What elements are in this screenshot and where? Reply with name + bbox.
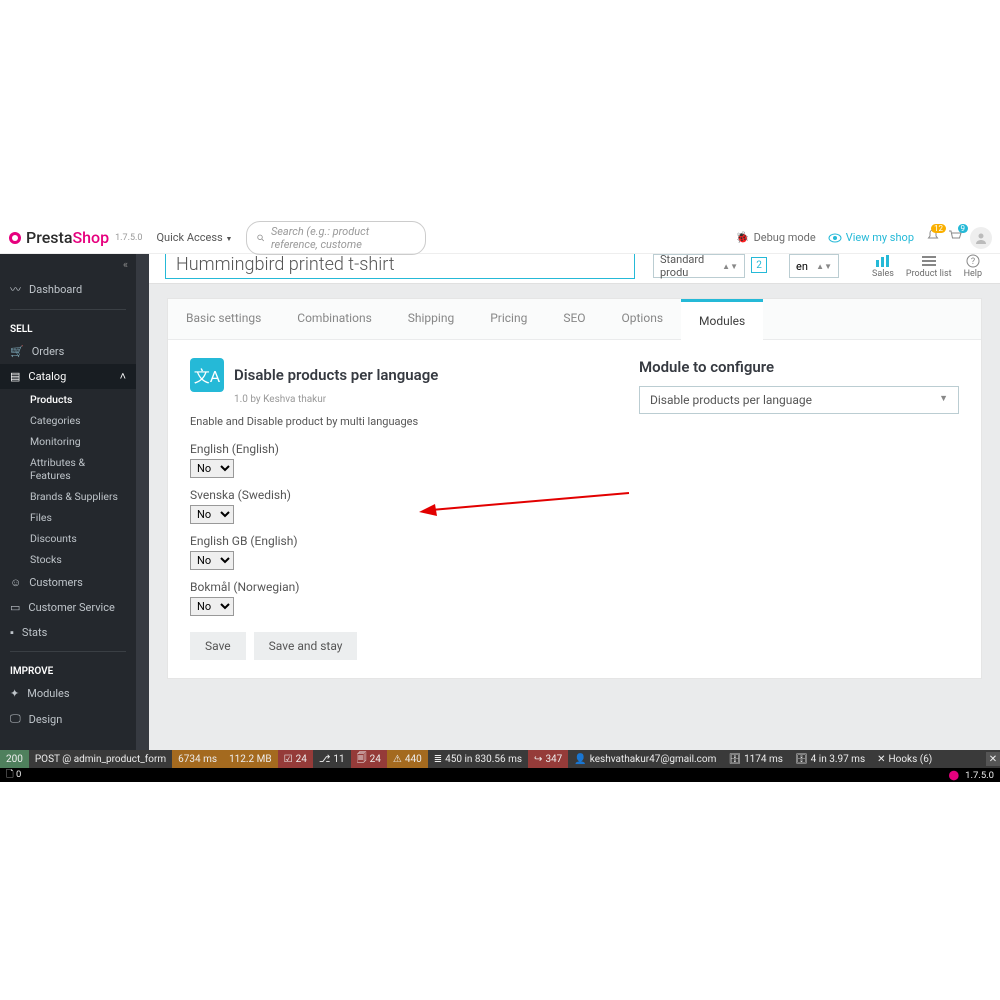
label-english-gb: English GB (English) [190, 534, 559, 548]
nav-cs[interactable]: ▭Customer Service [0, 595, 136, 620]
db2-chip[interactable]: 🗄 4 in 3.97 ms [789, 750, 871, 768]
tab-shipping[interactable]: Shipping [390, 299, 472, 339]
close-icon[interactable]: ✕ [986, 752, 1000, 766]
time-chip[interactable]: 6734 ms [172, 750, 223, 768]
tab-seo[interactable]: SEO [545, 299, 603, 339]
sub-products[interactable]: Products [0, 389, 136, 410]
select-english-gb[interactable]: No [190, 551, 234, 570]
zero-label: 🗋 0 [6, 767, 21, 783]
module-author: 1.0 by Keshva thakur [234, 394, 559, 405]
page-indicator[interactable]: 2 [751, 257, 767, 273]
select-swedish[interactable]: No [190, 505, 234, 524]
module-select[interactable]: Disable products per language▼ [639, 386, 959, 414]
layers-chip[interactable]: ≣ 450 in 830.56 ms [428, 750, 528, 768]
clip-chip[interactable]: 🗐 24 [351, 750, 387, 768]
product-title-input[interactable]: Hummingbird printed t-shirt [165, 254, 635, 279]
sales-link[interactable]: Sales [872, 254, 894, 279]
mem-chip[interactable]: 112.2 MB [223, 750, 278, 768]
tab-combo[interactable]: Combinations [279, 299, 390, 339]
nav-customers[interactable]: ☺Customers [0, 570, 136, 595]
save-stay-button[interactable]: Save and stay [254, 632, 358, 660]
lang-select[interactable]: en▲▼ [789, 254, 839, 278]
sub-attrs[interactable]: Attributes & Features [0, 452, 136, 486]
product-tabs: Basic settings Combinations Shipping Pri… [168, 299, 981, 340]
user-icon: ☺ [10, 576, 21, 589]
hooks-chip[interactable]: ✕ Hooks (6) [871, 750, 938, 768]
product-header: Hummingbird printed t-shirt Standard pro… [0, 254, 1000, 284]
module-desc: Enable and Disable product by multi lang… [190, 415, 559, 428]
bell-icon[interactable]: 12 [926, 229, 940, 246]
check-chip[interactable]: ☑ 24 [278, 750, 313, 768]
cart-icon[interactable]: 9 [948, 229, 962, 246]
avatar[interactable] [970, 227, 992, 249]
view-shop[interactable]: View my shop [828, 231, 914, 244]
sub-discounts[interactable]: Discounts [0, 528, 136, 549]
save-button[interactable]: Save [190, 632, 246, 660]
module-title: Disable products per language [234, 366, 438, 384]
sub-categories[interactable]: Categories [0, 410, 136, 431]
label-english: English (English) [190, 442, 559, 456]
redir-chip[interactable]: ↪ 347 [528, 750, 568, 768]
quick-access[interactable]: Quick Access ▼ [156, 231, 232, 244]
sidebar: « 〰Dashboard SELL 🛒Orders ▤Catalog˄ Prod… [0, 254, 136, 750]
puzzle-icon: ✦ [10, 687, 19, 700]
svg-text:?: ? [971, 257, 975, 267]
translate-icon: 文A [190, 358, 224, 392]
nav-dashboard[interactable]: 〰Dashboard [0, 275, 136, 303]
db1-chip[interactable]: 🗄 1174 ms [722, 750, 789, 768]
warn-chip[interactable]: ⚠ 440 [387, 750, 428, 768]
sub-monitoring[interactable]: Monitoring [0, 431, 136, 452]
nav-orders[interactable]: 🛒Orders [0, 339, 136, 364]
nav-modules[interactable]: ✦Modules [0, 681, 136, 706]
tab-modules[interactable]: Modules [681, 299, 763, 340]
chat-icon: ▭ [10, 601, 20, 614]
sub-stocks[interactable]: Stocks [0, 549, 136, 570]
select-english[interactable]: No [190, 459, 234, 478]
tab-options[interactable]: Options [604, 299, 682, 339]
tab-pricing[interactable]: Pricing [472, 299, 545, 339]
select-norwegian[interactable]: No [190, 597, 234, 616]
cart-icon: 🛒 [10, 345, 24, 358]
trend-icon: 〰 [10, 281, 21, 297]
improve-header: IMPROVE [0, 658, 136, 681]
sub-brands[interactable]: Brands & Suppliers [0, 486, 136, 507]
nav-design[interactable]: 🖵Design [0, 706, 136, 732]
nav-catalog[interactable]: ▤Catalog˄ [0, 364, 136, 389]
collapse-sidebar[interactable]: « [0, 254, 136, 275]
product-type-select[interactable]: Standard produ▲▼ [653, 254, 745, 278]
stats-icon: ▪ [10, 626, 14, 639]
logo: PrestaShop [8, 228, 109, 247]
label-swedish: Svenska (Swedish) [190, 488, 559, 502]
right-title: Module to configure [639, 358, 959, 376]
search-input[interactable]: Search (e.g.: product reference, custome [246, 221, 426, 255]
user-chip[interactable]: 👤 keshvathakur47@gmail.com [568, 750, 722, 768]
monitor-icon: 🖵 [10, 712, 21, 726]
sell-header: SELL [0, 316, 136, 339]
top-bar: PrestaShop 1.7.5.0 Quick Access ▼ Search… [0, 222, 1000, 254]
nav-stats[interactable]: ▪Stats [0, 620, 136, 645]
help-link[interactable]: ?Help [964, 254, 982, 279]
version-label: 1.7.5.0 [115, 233, 142, 243]
label-norwegian: Bokmål (Norwegian) [190, 580, 559, 594]
ps-icon: ⬤ [948, 770, 959, 781]
debug-mode[interactable]: 🐞Debug mode [736, 231, 816, 244]
tab-basic[interactable]: Basic settings [168, 299, 279, 339]
catalog-icon: ▤ [10, 370, 20, 383]
status-code[interactable]: 200 [0, 750, 29, 768]
sub-files[interactable]: Files [0, 507, 136, 528]
route-label[interactable]: POST @ admin_product_form [29, 750, 172, 768]
product-list-link[interactable]: Product list [906, 254, 952, 279]
main-panel: Basic settings Combinations Shipping Pri… [149, 284, 1000, 750]
debug-bar: 200 POST @ admin_product_form 6734 ms 11… [0, 750, 1000, 778]
branch-chip[interactable]: ⎇ 11 [313, 750, 351, 768]
